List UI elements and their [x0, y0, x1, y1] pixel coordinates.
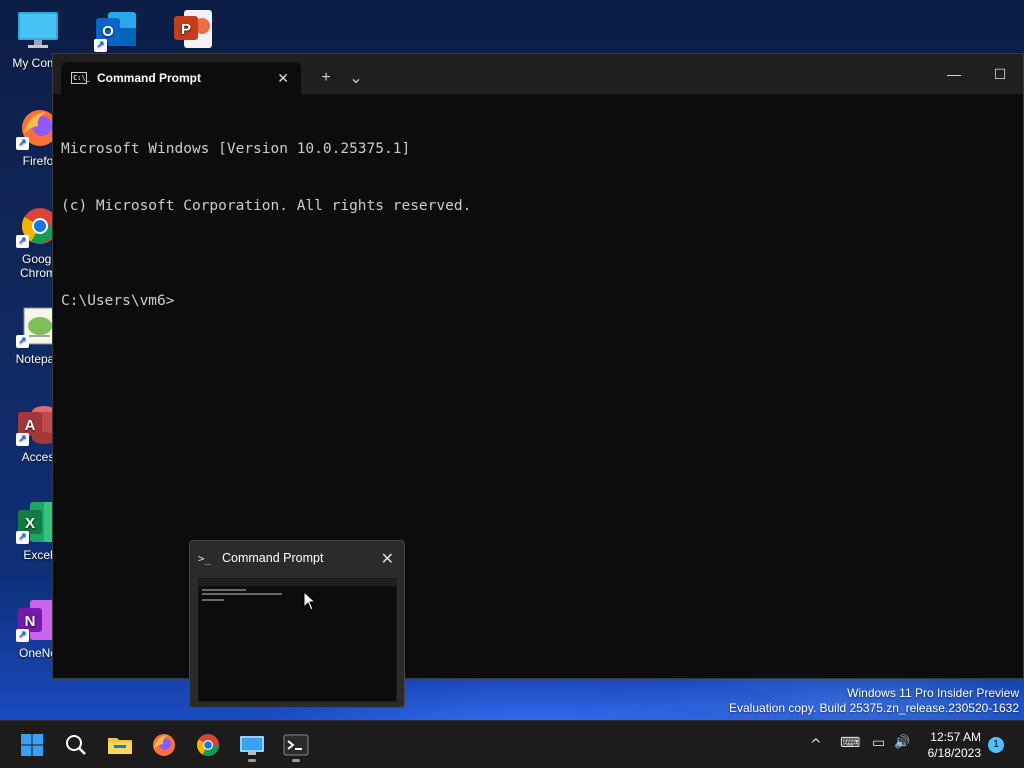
- thumbnail-preview-line: [202, 589, 246, 591]
- desktop-icon-powerpoint[interactable]: P: [154, 8, 234, 56]
- taskbar-thumbnail-popup[interactable]: >_ Command Prompt ✕: [189, 540, 405, 708]
- search-button[interactable]: [56, 727, 96, 763]
- access-letter: A: [25, 417, 36, 434]
- clock-date: 6/18/2023: [927, 746, 981, 760]
- maximize-button[interactable]: ☐: [977, 54, 1023, 94]
- console-line: Microsoft Windows [Version 10.0.25375.1]: [61, 141, 411, 157]
- clock[interactable]: 12:57 AM 6/18/2023: [928, 729, 981, 761]
- keyboard-icon[interactable]: ⌨: [840, 735, 860, 751]
- console-line: (c) Microsoft Corporation. All rights re…: [61, 198, 472, 214]
- volume-icon[interactable]: 🔊: [894, 735, 910, 750]
- watermark-line: Windows 11 Pro Insider Preview: [847, 686, 1019, 700]
- show-hidden-icons-chevron-icon[interactable]: ^: [810, 737, 822, 753]
- start-icon: [21, 734, 43, 756]
- thumbnail-header: >_ Command Prompt: [198, 551, 323, 565]
- evaluation-watermark: Windows 11 Pro Insider Preview Evaluatio…: [729, 686, 1019, 716]
- tab-command-prompt[interactable]: C:\_ Command Prompt ✕: [61, 62, 301, 94]
- thumbnail-preview-titlebar: [199, 579, 396, 586]
- start-button[interactable]: [12, 727, 52, 763]
- remote-desktop-taskbar-button[interactable]: [232, 727, 272, 763]
- thumbnail-title: Command Prompt: [222, 551, 324, 565]
- file-explorer-icon: [108, 738, 132, 754]
- terminal-icon: >_: [198, 552, 212, 565]
- window-controls: — ☐: [931, 54, 1023, 94]
- cmd-icon: C:\_: [71, 72, 90, 84]
- shortcut-arrow-icon: ↗: [16, 531, 29, 544]
- console-output[interactable]: Microsoft Windows [Version 10.0.25375.1]…: [61, 102, 471, 349]
- file-explorer-button[interactable]: [100, 727, 140, 763]
- clock-time: 12:57 AM: [930, 730, 981, 744]
- shortcut-arrow-icon: ↗: [16, 137, 29, 150]
- running-indicator: [292, 759, 300, 762]
- thumbnail-preview-line: [202, 599, 224, 601]
- powerpoint-icon: P: [172, 8, 216, 52]
- terminal-taskbar-button[interactable]: [276, 727, 316, 763]
- thumbnail-preview[interactable]: [198, 578, 397, 702]
- firefox-icon: [153, 734, 175, 756]
- tab-title: Command Prompt: [97, 71, 202, 85]
- chrome-icon: [197, 734, 219, 756]
- notification-badge[interactable]: 1: [988, 737, 1004, 753]
- shortcut-arrow-icon: ↗: [16, 335, 29, 348]
- shortcut-arrow-icon: ↗: [16, 433, 29, 446]
- terminal-titlebar[interactable]: C:\_ Command Prompt ✕ + ⌄ — ☐: [53, 54, 1023, 94]
- onenote-letter: N: [25, 613, 36, 630]
- console-prompt: C:\Users\vm6>: [61, 293, 175, 309]
- watermark-line: Evaluation copy. Build 25375.zn_release.…: [729, 701, 1019, 715]
- shortcut-arrow-icon: ↗: [16, 629, 29, 642]
- thumbnail-preview-line: [202, 593, 282, 595]
- terminal-icon: [283, 734, 309, 756]
- monitor-icon: [16, 8, 60, 52]
- shortcut-arrow-icon: ↗: [94, 39, 107, 52]
- search-icon: [66, 735, 86, 755]
- desktop-icon-outlook[interactable]: O ↗: [76, 8, 156, 56]
- thumbnail-close-icon[interactable]: ✕: [381, 549, 394, 569]
- tab-close-icon[interactable]: ✕: [277, 70, 289, 87]
- network-icon[interactable]: ▭: [872, 735, 885, 751]
- firefox-taskbar-button[interactable]: [144, 727, 184, 763]
- minimize-button[interactable]: —: [931, 54, 977, 94]
- remote-desktop-icon: [240, 736, 264, 755]
- outlook-letter: O: [102, 23, 114, 40]
- excel-letter: X: [25, 515, 35, 532]
- shortcut-arrow-icon: ↗: [16, 235, 29, 248]
- new-tab-button[interactable]: +: [311, 62, 341, 94]
- running-indicator: [248, 759, 256, 762]
- tab-dropdown-button[interactable]: ⌄: [341, 62, 371, 94]
- powerpoint-letter: P: [181, 21, 191, 38]
- chrome-taskbar-button[interactable]: [188, 727, 228, 763]
- taskbar: ^ ⌨ ▭ 🔊 12:57 AM 6/18/2023 1: [0, 720, 1024, 768]
- outlook-icon: O ↗: [94, 8, 138, 52]
